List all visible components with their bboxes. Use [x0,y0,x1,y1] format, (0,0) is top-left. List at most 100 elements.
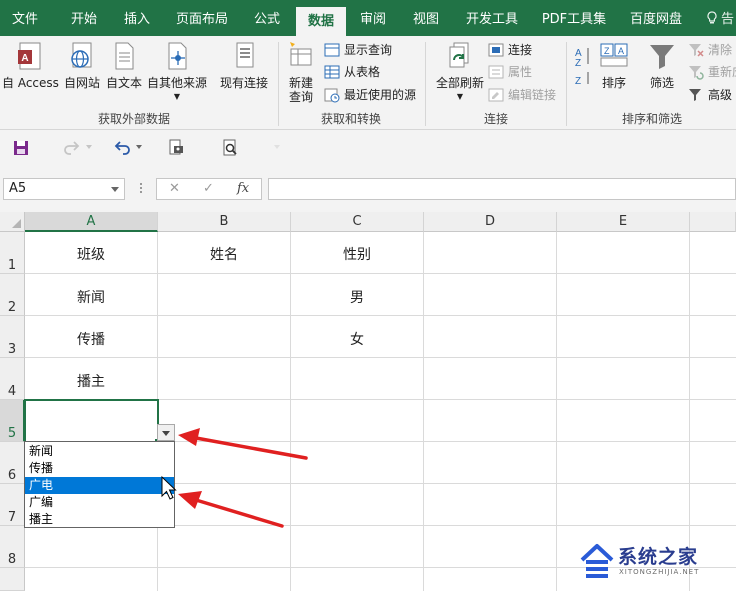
watermark-logo: 系统之家 XITONGZHIJIA.NET [578,538,728,584]
advanced-filter-label: 高级 [708,88,733,102]
cell-a4[interactable]: 播主 [25,371,157,391]
redo-icon[interactable] [62,138,82,158]
edit-links-button[interactable]: 编辑链接 [488,85,556,105]
cell-c2[interactable]: 男 [291,287,423,307]
name-box[interactable]: A5 [3,178,125,200]
dropdown-item-bozhu[interactable]: 播主 [25,511,174,528]
chevron-down-icon[interactable] [136,144,142,150]
tab-review[interactable]: 审阅 [350,0,396,36]
chevron-down-icon[interactable] [86,144,92,150]
select-all-button[interactable] [0,212,25,232]
tab-file[interactable]: 文件 [0,0,50,36]
dropdown-arrow-button[interactable] [157,424,175,441]
recent-sources-button[interactable]: 最近使用的源 [324,85,416,105]
dropdown-item-xinwen[interactable]: 新闻 [25,443,174,460]
save-icon[interactable] [11,138,31,158]
gridline [556,232,557,591]
reapply-label: 重新应 [708,65,736,79]
row-header-3[interactable]: 3 [0,316,25,358]
tab-pdf-tools[interactable]: PDF工具集 [537,0,611,36]
gridline [25,315,736,316]
tell-me-box[interactable]: 告 [706,0,734,36]
dropdown-item-guangdian[interactable]: 广电 [25,477,174,494]
cancel-icon[interactable]: ✕ [169,179,180,199]
from-text-button[interactable]: 自文本 [104,40,144,90]
group-get-transform: 新建 查询 显示查询 从表格 最近使用的源 获取和转换 [280,36,422,130]
dropdown-item-chuanbo[interactable]: 传播 [25,460,174,477]
group-divider [278,42,279,126]
column-header-f[interactable] [690,212,736,232]
formula-bar-grip[interactable] [140,183,142,195]
properties-button[interactable]: 属性 [488,62,532,82]
column-header-b[interactable]: B [158,212,291,232]
sort-icon: Z A [600,43,628,67]
clock-icon [324,88,340,103]
column-header-d[interactable]: D [424,212,557,232]
lightbulb-icon [707,11,717,24]
column-header-c[interactable]: C [291,212,424,232]
cell-c3[interactable]: 女 [291,329,423,349]
refresh-all-button[interactable]: 全部刷新 ▼ [430,40,490,104]
quick-access-toolbar [0,130,736,166]
cell-a3[interactable]: 传播 [25,329,157,349]
existing-connections-icon [236,42,254,68]
connections-button[interactable]: 连接 [488,40,532,60]
sort-ascending-button[interactable]: A Z Z [572,40,594,89]
dropdown-item-guangbian[interactable]: 广编 [25,494,174,511]
show-queries-button[interactable]: 显示查询 [324,40,392,60]
gridline [290,232,291,591]
cell-c1[interactable]: 性别 [291,244,423,264]
advanced-filter-button[interactable]: 高级 [688,85,732,105]
group-label-get-external: 获取外部数据 [97,112,170,126]
enter-icon[interactable]: ✓ [203,179,214,199]
tab-insert[interactable]: 插入 [113,0,161,36]
active-cell-a5[interactable] [24,399,159,443]
row-header-8[interactable]: 8 [0,526,25,568]
insert-function-icon[interactable]: fx [237,179,249,199]
filter-button[interactable]: 筛选 [644,40,680,90]
existing-connections-button[interactable]: 现有连接 [218,40,270,90]
row-header-7[interactable]: 7 [0,484,25,526]
chevron-down-icon: ▼ [456,92,464,101]
row-header-6[interactable]: 6 [0,442,25,484]
cell-a1[interactable]: 班级 [25,244,157,264]
reapply-button[interactable]: 重新应 [688,62,736,82]
svg-text:Z: Z [575,58,581,69]
row-header-2[interactable]: 2 [0,274,25,316]
from-web-button[interactable]: 自网站 [60,40,104,90]
zoom-preview-icon[interactable] [220,138,240,158]
row-header-4[interactable]: 4 [0,358,25,400]
svg-text:A: A [21,53,28,64]
ribbon-tab-bar: 文件 开始 插入 页面布局 公式 数据 审阅 视图 开发工具 PDF工具集 百度… [0,0,736,36]
tab-formulas[interactable]: 公式 [244,0,290,36]
tab-developer[interactable]: 开发工具 [455,0,529,36]
cell-a2[interactable]: 新闻 [25,287,157,307]
row-header-1[interactable]: 1 [0,232,25,274]
customize-toolbar-icon[interactable] [274,144,280,150]
tab-view[interactable]: 视图 [403,0,449,36]
chevron-down-icon[interactable] [111,187,119,192]
cell-b1[interactable]: 姓名 [158,244,290,264]
formula-input[interactable] [268,178,736,200]
table-icon [324,43,340,57]
from-table-button[interactable]: 从表格 [324,62,380,82]
group-label-sort-filter: 排序和筛选 [621,112,682,126]
tab-data[interactable]: 数据 [296,7,346,36]
tab-page-layout[interactable]: 页面布局 [166,0,238,36]
refresh-icon [449,42,469,68]
tab-baidu-netdisk[interactable]: 百度网盘 [619,0,693,36]
row-header-5[interactable]: 5 [0,400,25,442]
clear-filter-icon [689,44,704,57]
clear-filter-button[interactable]: 清除 [688,40,732,60]
from-other-sources-button[interactable]: 自其他来源 ▼ [145,40,209,104]
group-sort-filter: A Z Z Z A 排序 筛选 清除 重新 高级 排序和筛选 [568,36,736,130]
column-header-a[interactable]: A [25,212,158,232]
tab-home[interactable]: 开始 [58,0,110,36]
undo-icon[interactable] [112,138,132,158]
print-preview-icon[interactable] [166,138,186,158]
sort-button[interactable]: Z A 排序 [596,40,632,90]
column-header-e[interactable]: E [557,212,690,232]
new-query-button[interactable]: 新建 查询 [282,40,320,104]
row-header-9[interactable] [0,568,25,591]
from-access-button[interactable]: A 自 Access [2,40,59,90]
